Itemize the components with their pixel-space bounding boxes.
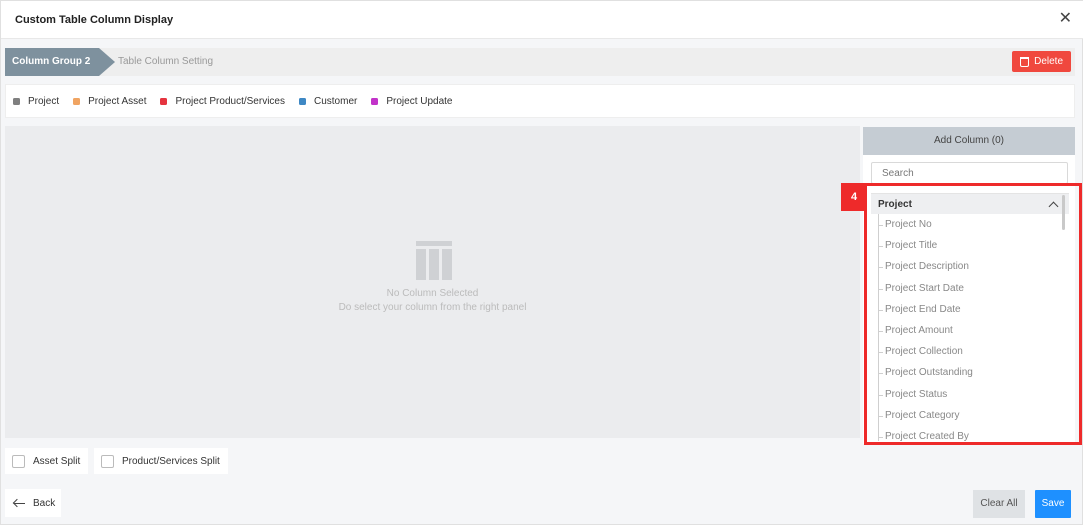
group-items: Project No Project Title Project Descrip… — [871, 214, 1069, 441]
product-services-split-checkbox[interactable]: Product/Services Split — [94, 448, 228, 474]
column-picker-panel: Add Column (0) Project Project No Projec… — [863, 127, 1075, 444]
legend-dot — [298, 97, 306, 105]
checkbox-box[interactable] — [101, 454, 114, 468]
legend-item-customer: Customer — [298, 95, 358, 107]
list-item[interactable]: Project Outstanding — [878, 362, 1069, 383]
delete-button-label: Delete — [1034, 56, 1063, 67]
legend-label: Project Update — [386, 95, 453, 107]
search-input[interactable] — [871, 162, 1068, 184]
list-item[interactable]: Project Description — [878, 256, 1069, 277]
breadcrumb-step-table-column-setting[interactable]: Table Column Setting — [118, 48, 213, 76]
custom-table-column-modal: Custom Table Column Display ✕ Column Gro… — [0, 0, 1083, 525]
legend-label: Customer — [313, 95, 358, 107]
asset-split-label: Asset Split — [33, 455, 81, 467]
group-header-project[interactable]: Project — [871, 194, 1069, 214]
list-item[interactable]: Project Category — [878, 405, 1069, 426]
legend-dot — [160, 97, 168, 105]
asset-split-checkbox[interactable]: Asset Split — [5, 448, 89, 474]
modal-title: Custom Table Column Display — [15, 14, 174, 26]
legend-dot — [371, 97, 379, 105]
arrow-left-icon — [13, 499, 25, 508]
back-button-label: Back — [33, 497, 56, 509]
legend-item-project: Project — [13, 96, 59, 107]
legend-label: Project — [28, 95, 60, 107]
empty-state-subtitle: Do select your column from the right pan… — [338, 302, 527, 313]
legend-bar: Project Project Asset Project Product/Se… — [5, 84, 1075, 118]
list-item[interactable]: Project Created By — [878, 426, 1069, 441]
back-button[interactable]: Back — [5, 489, 61, 517]
legend-item-project-product-services: Project Product/Services — [160, 96, 285, 107]
close-icon[interactable]: ✕ — [1059, 10, 1072, 28]
trash-icon — [1020, 56, 1030, 67]
save-button[interactable]: Save — [1035, 490, 1071, 518]
clear-all-button[interactable]: Clear All — [973, 490, 1025, 518]
chevron-up-icon[interactable] — [1048, 201, 1059, 211]
legend-item-project-asset: Project Asset — [73, 96, 146, 107]
add-column-header[interactable]: Add Column (0) — [863, 127, 1075, 155]
empty-state-title: No Column Selected — [386, 288, 479, 299]
list-item[interactable]: Project Status — [878, 384, 1069, 405]
legend-dot — [73, 97, 81, 105]
modal-header: Custom Table Column Display ✕ — [1, 1, 1083, 39]
delete-button[interactable]: Delete — [1012, 51, 1071, 72]
legend-label: Project Product/Services — [175, 95, 285, 107]
column-canvas: No Column Selected Do select your column… — [5, 126, 860, 438]
legend-dot — [13, 97, 20, 105]
column-list: Project Project No Project Title Project… — [871, 193, 1069, 441]
list-item[interactable]: Project Start Date — [878, 278, 1069, 299]
breadcrumb: Column Group 2 Table Column Setting Dele… — [5, 48, 1075, 76]
legend-label: Project Asset — [88, 95, 147, 107]
breadcrumb-step-column-group[interactable]: Column Group 2 — [5, 48, 115, 76]
list-item[interactable]: Project End Date — [878, 299, 1069, 320]
legend-item-project-update: Project Update — [371, 95, 453, 107]
list-item[interactable]: Project Title — [878, 235, 1069, 256]
product-services-split-label: Product/Services Split — [122, 455, 220, 467]
table-icon — [416, 241, 452, 280]
checkbox-box[interactable] — [12, 454, 25, 468]
list-item[interactable]: Project No — [878, 214, 1069, 235]
annotation-step-badge: 4 — [841, 183, 867, 211]
list-item[interactable]: Project Amount — [878, 320, 1069, 341]
list-item[interactable]: Project Collection — [878, 341, 1069, 362]
list-scrollbar[interactable] — [1062, 195, 1065, 230]
group-label: Project — [878, 198, 912, 210]
